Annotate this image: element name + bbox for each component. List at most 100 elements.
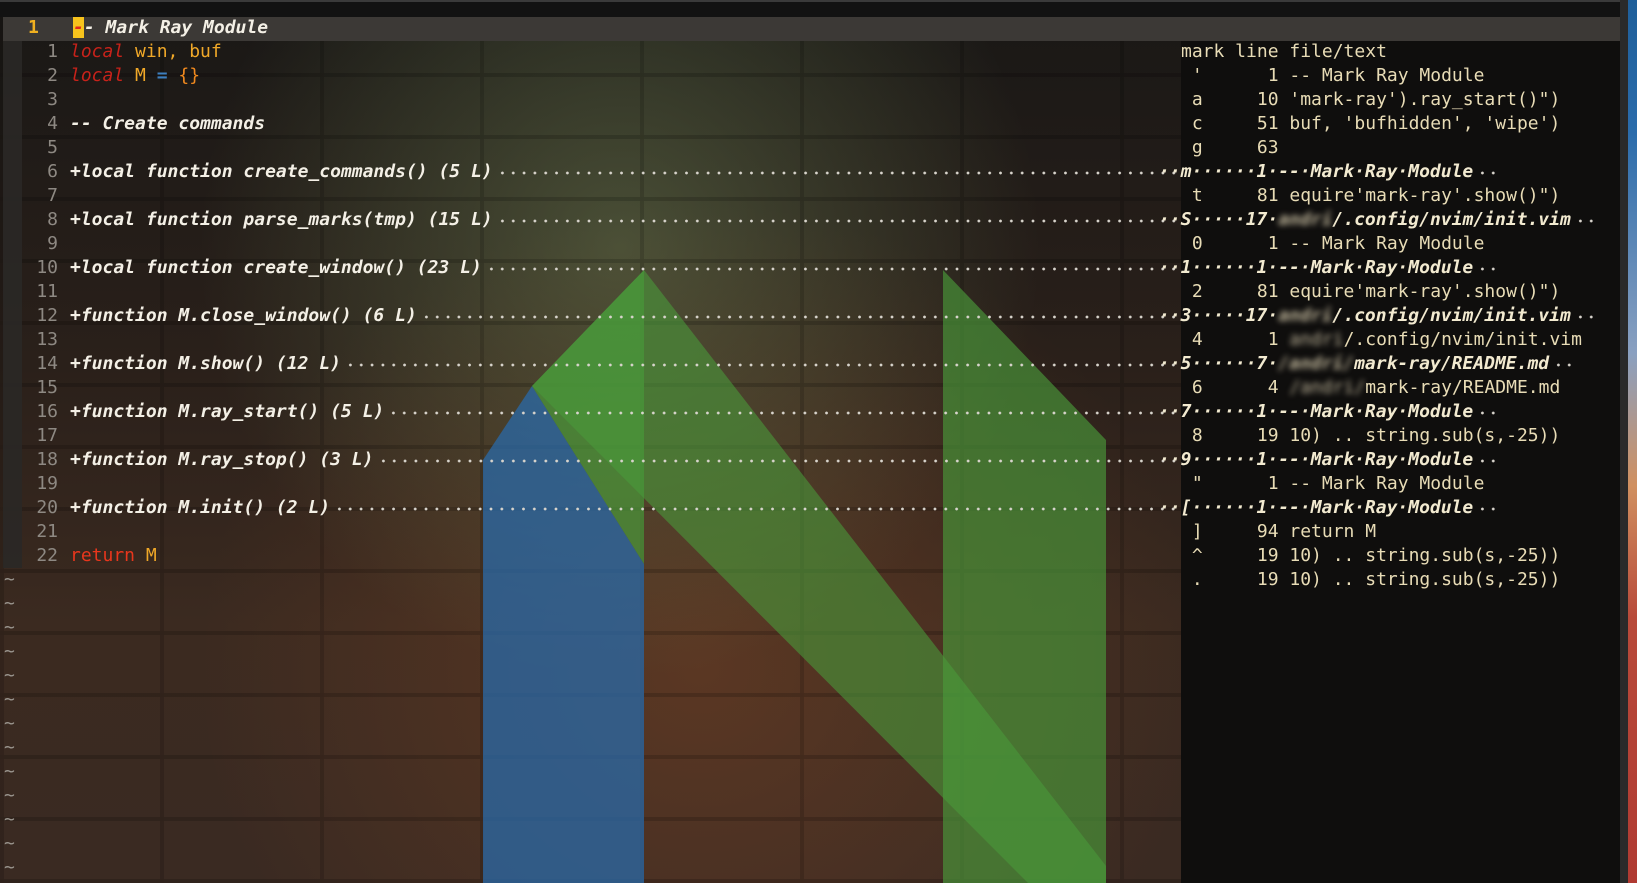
mark-path: mark-ray/README.md (1365, 377, 1561, 398)
mark-text: ··S·····17· (1159, 209, 1279, 230)
mark-entry[interactable]: ··3·····17·andri/.config/nvim/init.vim (1159, 304, 1593, 328)
window-border (1620, 0, 1628, 883)
code-line[interactable]: 9 (0, 232, 1181, 256)
line-content: return M (70, 544, 157, 568)
folded-line[interactable]: 18 +function M.ray_stop() (3 L) (0, 448, 1181, 472)
folded-line[interactable]: 16 +function M.ray_start() (5 L) (0, 400, 1181, 424)
folded-line[interactable]: 10 +local function create_window() (23 L) (0, 256, 1181, 280)
mark-entry[interactable]: 0 1 -- Mark Ray Module (1181, 232, 1485, 256)
mark-entry[interactable]: . 19 10) .. string.sub(s,-25)) (1181, 568, 1560, 592)
mark-entry[interactable]: ··m······1·--·Mark·Ray·Module (1159, 160, 1496, 184)
mark-entry[interactable]: ] 94 return M (1181, 520, 1376, 544)
mark-entry[interactable]: ··1······1·--·Mark·Ray·Module (1159, 256, 1496, 280)
folded-line[interactable]: 20 +function M.init() (2 L) (0, 496, 1181, 520)
mark-entry[interactable]: c 51 buf, 'bufhidden', 'wipe') (1181, 112, 1560, 136)
code-line[interactable]: 15 (0, 376, 1181, 400)
desktop-background (1628, 0, 1637, 883)
end-of-buffer-tilde: ~ (4, 809, 15, 830)
mark-text: 6 4 (1181, 377, 1290, 398)
fold-fill-dots (496, 208, 1181, 232)
mark-entry[interactable]: 4 1 andri/.config/nvim/init.vim (1181, 328, 1582, 352)
code-line[interactable]: 1 local win, buf (0, 40, 1181, 64)
mark-text: ··5······7· (1159, 353, 1279, 374)
code-line[interactable]: 22 return M (0, 544, 1181, 568)
fold-fill-dots (420, 304, 1181, 328)
fold-fill-dots (1477, 256, 1496, 280)
line-content: +function M.close_window() (6 L) (70, 305, 417, 326)
mark-entry[interactable]: t 81 equire'mark-ray'.show()") (1181, 184, 1560, 208)
mark-entry[interactable]: ' 1 -- Mark Ray Module (1181, 64, 1485, 88)
fold-fill-dots (1574, 304, 1593, 328)
mark-entry[interactable]: 6 4 /andri/mark-ray/README.md (1181, 376, 1560, 400)
mark-text: ··7······1·--·Mark·Ray·Module (1159, 401, 1474, 422)
code-line[interactable]: 21 (0, 520, 1181, 544)
syntax-token: M (135, 545, 157, 566)
code-line[interactable]: 5 (0, 136, 1181, 160)
code-line[interactable]: 19 (0, 472, 1181, 496)
line-number: 16 (36, 401, 58, 422)
mark-entry[interactable]: ··5······7·/andri/mark-ray/README.md (1159, 352, 1572, 376)
line-number: 18 (36, 449, 58, 470)
mark-path: /.config/nvim/init.vim (1332, 209, 1571, 230)
code-line[interactable]: 11 (0, 280, 1181, 304)
mark-entry[interactable]: " 1 -- Mark Ray Module (1181, 472, 1485, 496)
folded-line[interactable]: 12 +function M.close_window() (6 L) (0, 304, 1181, 328)
terminal-title-bar (0, 0, 1637, 17)
mark-entry[interactable]: 8 19 10) .. string.sub(s,-25)) (1181, 424, 1560, 448)
line-content: +local function create_window() (23 L) (70, 257, 482, 278)
marks-header: mark line file/text (1181, 41, 1387, 62)
folded-line[interactable]: 14 +function M.show() (12 L) (0, 352, 1181, 376)
syntax-token: {} (167, 65, 201, 86)
code-line[interactable]: 7 (0, 184, 1181, 208)
mark-entry[interactable]: ^ 19 10) .. string.sub(s,-25)) (1181, 544, 1560, 568)
end-of-buffer-tilde: ~ (4, 785, 15, 806)
mark-path: /.config/nvim/init.vim (1343, 329, 1582, 350)
end-of-buffer-tilde: ~ (4, 641, 15, 662)
mark-text: ··[······1·--·Mark·Ray·Module (1159, 497, 1474, 518)
mark-text: 0 1 -- Mark Ray Module (1181, 233, 1485, 254)
code-line[interactable]: 4 -- Create commands (0, 112, 1181, 136)
line-content: local win, buf (70, 40, 222, 64)
mark-text: 8 19 10) .. string.sub(s,-25)) (1181, 425, 1561, 446)
end-of-buffer-tilde: ~ (4, 593, 15, 614)
mark-entry[interactable]: g 63 (1181, 136, 1279, 160)
line-content: local M = {} (70, 64, 200, 88)
line-content: +function M.show() (12 L) (70, 353, 341, 374)
code-line[interactable]: 2 local M = {} (0, 64, 1181, 88)
line-number: 11 (36, 281, 58, 302)
current-line-number: 1 (28, 17, 39, 38)
folded-line[interactable]: 8 +local function parse_marks(tmp) (15 L) (0, 208, 1181, 232)
mark-text: ··3·····17· (1159, 305, 1279, 326)
cursor-line-text[interactable]: -- Mark Ray Module (73, 17, 268, 38)
mark-text: ' 1 -- Mark Ray Module (1181, 65, 1485, 86)
editor-window[interactable]: 1 local win, buf 2 local M = {} 3 4 -- Create … (0, 17, 1181, 883)
mark-entry[interactable]: ··[······1·--·Mark·Ray·Module (1159, 496, 1496, 520)
mark-entry[interactable]: a 10 'mark-ray').ray_start()") (1181, 88, 1560, 112)
line-number: 3 (47, 89, 58, 110)
fold-fill-dots (334, 496, 1181, 520)
mark-text: ] 94 return M (1181, 521, 1377, 542)
code-line[interactable]: 13 (0, 328, 1181, 352)
mark-text: 4 1 (1181, 329, 1290, 350)
mark-entry[interactable]: ··9······1·--·Mark·Ray·Module (1159, 448, 1496, 472)
folded-line[interactable]: 6 +local function create_commands() (5 L) (0, 160, 1181, 184)
line-number: 22 (36, 545, 58, 566)
mark-entry[interactable]: ··7······1·--·Mark·Ray·Module (1159, 400, 1496, 424)
marks-panel[interactable]: mark line file/text ' 1 -- Mark Ray Modu… (1159, 17, 1620, 883)
line-number: 13 (36, 329, 58, 350)
line-number: 4 (47, 113, 58, 134)
end-of-buffer-tilde: ~ (4, 833, 15, 854)
code-line[interactable]: 3 (0, 88, 1181, 112)
line-number: 19 (36, 473, 58, 494)
line-number: 10 (36, 257, 58, 278)
fold-fill-dots (1477, 496, 1496, 520)
line-content: +function M.ray_stop() (3 L) (70, 449, 374, 470)
code-line[interactable]: 17 (0, 424, 1181, 448)
cursor-line-header: 1 -- Mark Ray Module (3, 17, 1620, 41)
line-content: -- Create commands (70, 112, 265, 136)
mark-text: a 10 'mark-ray').ray_start()") (1181, 89, 1561, 110)
line-number: 12 (36, 305, 58, 326)
fold-fill-dots (1477, 448, 1496, 472)
mark-entry[interactable]: ··S·····17·andri/.config/nvim/init.vim (1159, 208, 1593, 232)
mark-entry[interactable]: 2 81 equire'mark-ray'.show()") (1181, 280, 1560, 304)
